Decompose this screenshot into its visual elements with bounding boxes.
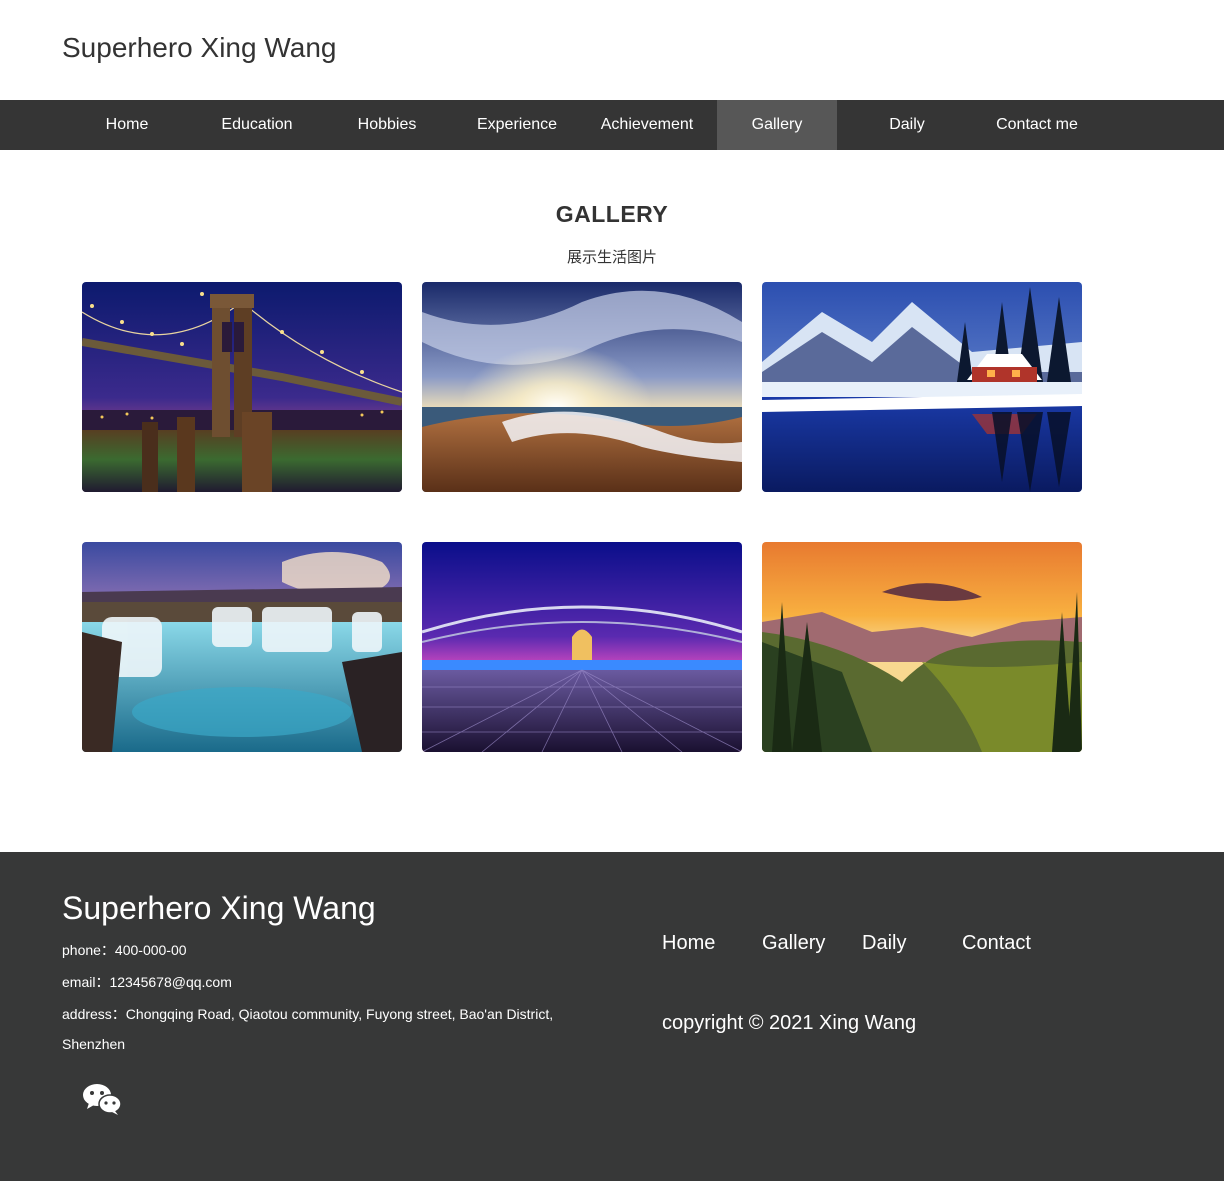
beach-sunrise-image <box>422 282 742 492</box>
nav-item-achievement[interactable]: Achievement <box>587 100 707 150</box>
gallery-photo-beach[interactable] <box>422 282 742 492</box>
nav-item-gallery[interactable]: Gallery <box>717 100 837 150</box>
footer-link-gallery[interactable]: Gallery <box>762 932 825 955</box>
gallery-subtitle: 展示生活图片 <box>566 248 657 266</box>
footer-phone: phone：400-000-00 <box>62 942 187 958</box>
gallery-photo-valley[interactable] <box>762 542 1082 752</box>
nav-item-experience[interactable]: Experience <box>457 100 577 150</box>
nav-item-daily[interactable]: Daily <box>847 100 967 150</box>
footer-link-daily[interactable]: Daily <box>862 932 906 955</box>
nav-item-home[interactable]: Home <box>67 100 187 150</box>
footer-email: email：12345678@qq.com <box>62 974 232 990</box>
footer-address-line2: Shenzhen <box>62 1036 126 1052</box>
nav-item-contact[interactable]: Contact me <box>977 100 1097 150</box>
copyright-text: copyright © 2021 Xing Wang <box>662 1012 917 1034</box>
gallery-photo-bridge-purple[interactable] <box>422 542 742 752</box>
site-footer: Superhero Xing Wang phone：400-000-00 ema… <box>0 852 1224 1181</box>
valley-sunset-image <box>762 542 1082 752</box>
nav-item-education[interactable]: Education <box>197 100 317 150</box>
footer-address: address：Chongqing Road, Qiaotou communit… <box>62 1006 554 1022</box>
site-header: Superhero Xing Wang <box>0 0 1224 100</box>
gallery-title: GALLERY <box>555 201 669 227</box>
waterfall-image <box>82 542 402 752</box>
footer-link-contact[interactable]: Contact <box>962 932 1031 955</box>
gallery-photo-cabin[interactable] <box>762 282 1082 492</box>
nav-item-hobbies[interactable]: Hobbies <box>327 100 447 150</box>
futuristic-bridge-image <box>422 542 742 752</box>
main-nav: Home Education Hobbies Experience Achiev… <box>0 100 1224 150</box>
gallery-photo-waterfall[interactable] <box>82 542 402 752</box>
gallery-photo-bridge[interactable] <box>82 282 402 492</box>
bridge-night-image <box>82 282 402 492</box>
footer-title: Superhero Xing Wang <box>62 890 376 926</box>
site-title[interactable]: Superhero Xing Wang <box>62 32 336 64</box>
wechat-icon[interactable] <box>82 1082 122 1116</box>
footer-link-home[interactable]: Home <box>662 932 715 955</box>
snowy-cabin-image <box>762 282 1082 492</box>
